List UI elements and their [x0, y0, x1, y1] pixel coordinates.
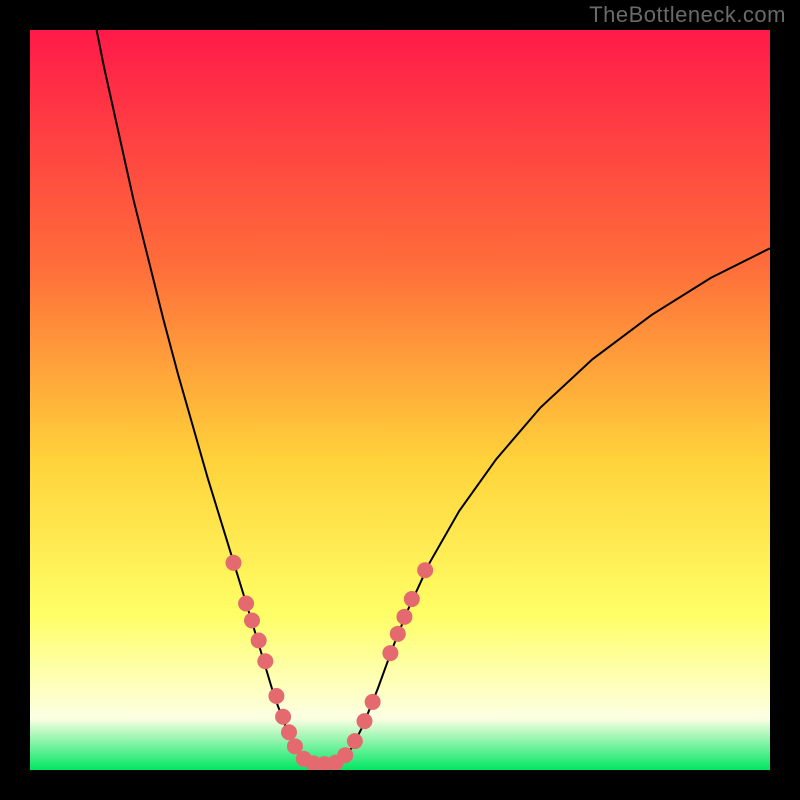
chart-frame: TheBottleneck.com	[0, 0, 800, 800]
data-marker	[347, 733, 363, 749]
data-marker	[238, 596, 254, 612]
data-marker	[382, 645, 398, 661]
data-marker	[251, 633, 267, 649]
plot-area	[30, 30, 770, 770]
watermark-text: TheBottleneck.com	[589, 2, 786, 28]
data-marker	[226, 555, 242, 571]
data-marker	[281, 724, 297, 740]
data-marker	[356, 713, 372, 729]
data-marker	[365, 694, 381, 710]
data-marker	[244, 613, 260, 629]
data-marker	[390, 626, 406, 642]
gradient-background	[30, 30, 770, 770]
data-marker	[268, 688, 284, 704]
data-marker	[417, 562, 433, 578]
data-marker	[257, 653, 273, 669]
chart-svg	[30, 30, 770, 770]
data-marker	[275, 709, 291, 725]
data-marker	[404, 591, 420, 607]
data-marker	[337, 747, 353, 763]
data-marker	[396, 609, 412, 625]
